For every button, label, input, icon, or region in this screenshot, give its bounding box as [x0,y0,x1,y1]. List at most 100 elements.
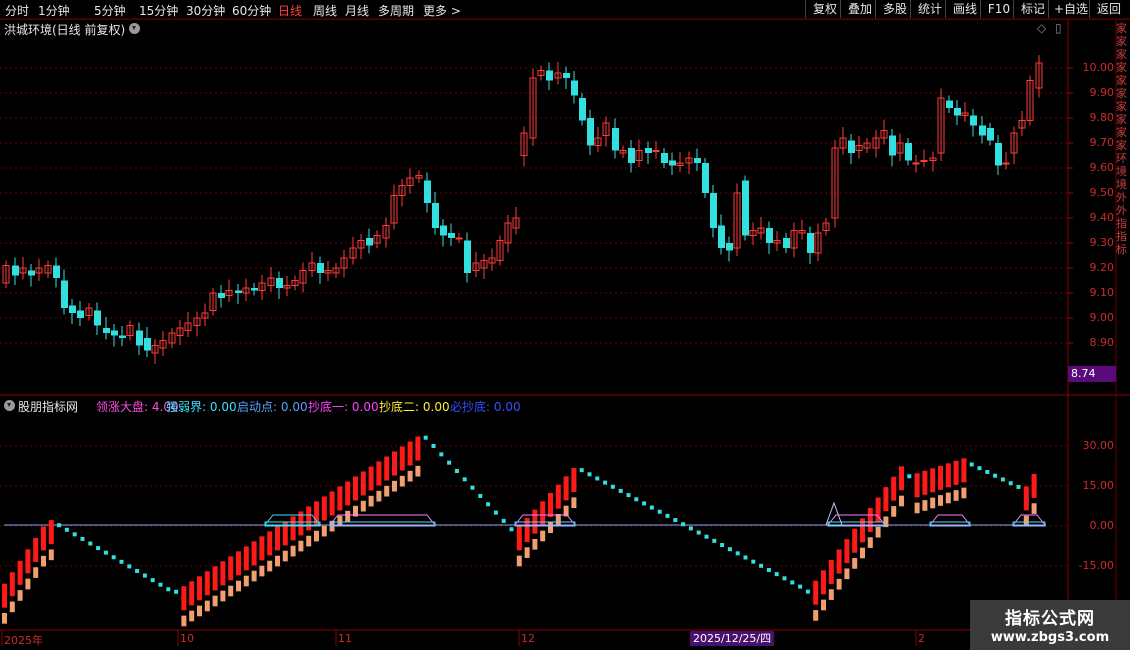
window-toggle-icon[interactable]: ▯ [1055,21,1062,35]
indicator-name[interactable]: 股朋指标网 [18,398,78,415]
indicator-bar [899,495,904,507]
price-tick: 9.10 [1089,286,1115,299]
candle-body [299,270,307,284]
period-1min[interactable]: 1分钟 [38,2,70,19]
candle-body [612,128,619,151]
indicator-bar [321,525,327,537]
indicator-bar [1023,486,1029,511]
statistics-button[interactable]: 统计 [910,0,949,18]
indicator-bar [1031,473,1037,498]
candle-body [424,180,431,203]
cursor-date-badge: 2025/12/25/四 [690,631,775,646]
adjust-button[interactable]: 复权 [805,0,844,18]
indicator-dot [673,518,678,523]
indicator-dot [712,538,717,543]
candle-body [619,150,627,154]
candle-body [961,112,969,116]
indicator-bar [228,585,234,597]
candle-body [251,288,258,291]
more-button[interactable]: 更多 > [423,2,461,19]
candle-body [995,143,1002,166]
indicator-dot [96,546,101,551]
indicator-bar [415,465,421,477]
indicator-dot [790,580,795,585]
indicator-bar [891,506,897,517]
chevron-down-icon[interactable] [129,23,140,34]
candle-body [685,157,693,164]
period-weekly[interactable]: 周线 [313,2,337,19]
candle-body [970,115,977,126]
candle-body [1026,80,1034,121]
overlay-button[interactable]: 叠加 [840,0,879,18]
period-60min[interactable]: 60分钟 [232,2,271,19]
period-intraday[interactable]: 分时 [5,2,29,19]
candle-body [920,160,928,162]
candle-body [790,230,798,249]
indicator-bar [836,578,842,590]
price-tick: 8.90 [1089,336,1115,349]
indicator-bar [922,500,928,511]
back-button[interactable]: 返回 [1089,0,1128,18]
period-30min[interactable]: 30分钟 [186,2,225,19]
indicator-bar [938,495,943,506]
period-daily[interactable]: 日线 [278,2,302,19]
add-watchlist-button[interactable]: +自选 [1048,0,1093,18]
indicator-bar [314,501,319,526]
period-5min[interactable]: 5分钟 [94,2,126,19]
indicator-dot [127,564,132,569]
period-multi[interactable]: 多周期 [378,2,414,19]
candle-body [209,292,217,311]
diamond-icon[interactable]: ◇ [1037,21,1046,35]
candle-body [628,148,635,163]
candle-body [111,330,118,336]
indicator-bar [844,568,850,580]
indicator-bar [189,610,195,622]
price-tick: 9.60 [1089,161,1115,174]
indicator-bar [875,497,881,522]
candle-body [126,325,134,336]
period-15min[interactable]: 15分钟 [139,2,178,19]
indicator-bar [282,550,288,562]
indicator-bar [828,589,834,600]
indicator-dot [119,559,124,564]
indicator-dot [80,536,85,541]
price-tick: 9.20 [1089,261,1115,274]
indicator-bar [867,537,873,548]
indicator-dot [985,469,990,474]
price-tick: 9.00 [1089,311,1115,324]
f10-button[interactable]: F10 [980,0,1017,18]
indicator-bar [275,555,280,567]
mark-button[interactable]: 标记 [1013,0,1052,18]
multi-stock-button[interactable]: 多股 [875,0,914,18]
indicator-bar [571,497,577,509]
indicator-bar [267,531,273,556]
period-monthly[interactable]: 月线 [345,2,369,19]
indicator-dot [642,501,647,506]
indicator-bar [267,560,273,572]
indicator-dot [743,555,748,560]
signal-marker [928,514,972,526]
indicator-dot [610,484,615,489]
indicator-dot [1008,481,1013,486]
indicator-bar [48,520,54,545]
date-label: 10 [180,632,194,645]
chevron-down-icon[interactable] [4,400,15,411]
indicator-bar [555,484,561,509]
right-info-strip: 家家家家家家家家家家环境境外外指指标 [1116,22,1127,256]
indicator-bar [376,461,382,486]
chart-canvas[interactable] [0,0,1130,650]
indicator-bar [17,560,23,585]
indicator-bar [368,466,374,491]
candle-body [652,150,660,152]
candle-body [317,263,324,273]
candle-body [480,260,488,269]
indicator-dot [142,573,147,578]
indicator-bar [384,456,390,481]
candle-body [1018,120,1026,129]
candle-body [144,338,151,351]
candle-body [726,243,733,251]
indicator-bar [243,575,249,587]
draw-line-button[interactable]: 画线 [945,0,984,18]
indicator-bar [25,578,31,590]
candle-body [366,238,373,246]
